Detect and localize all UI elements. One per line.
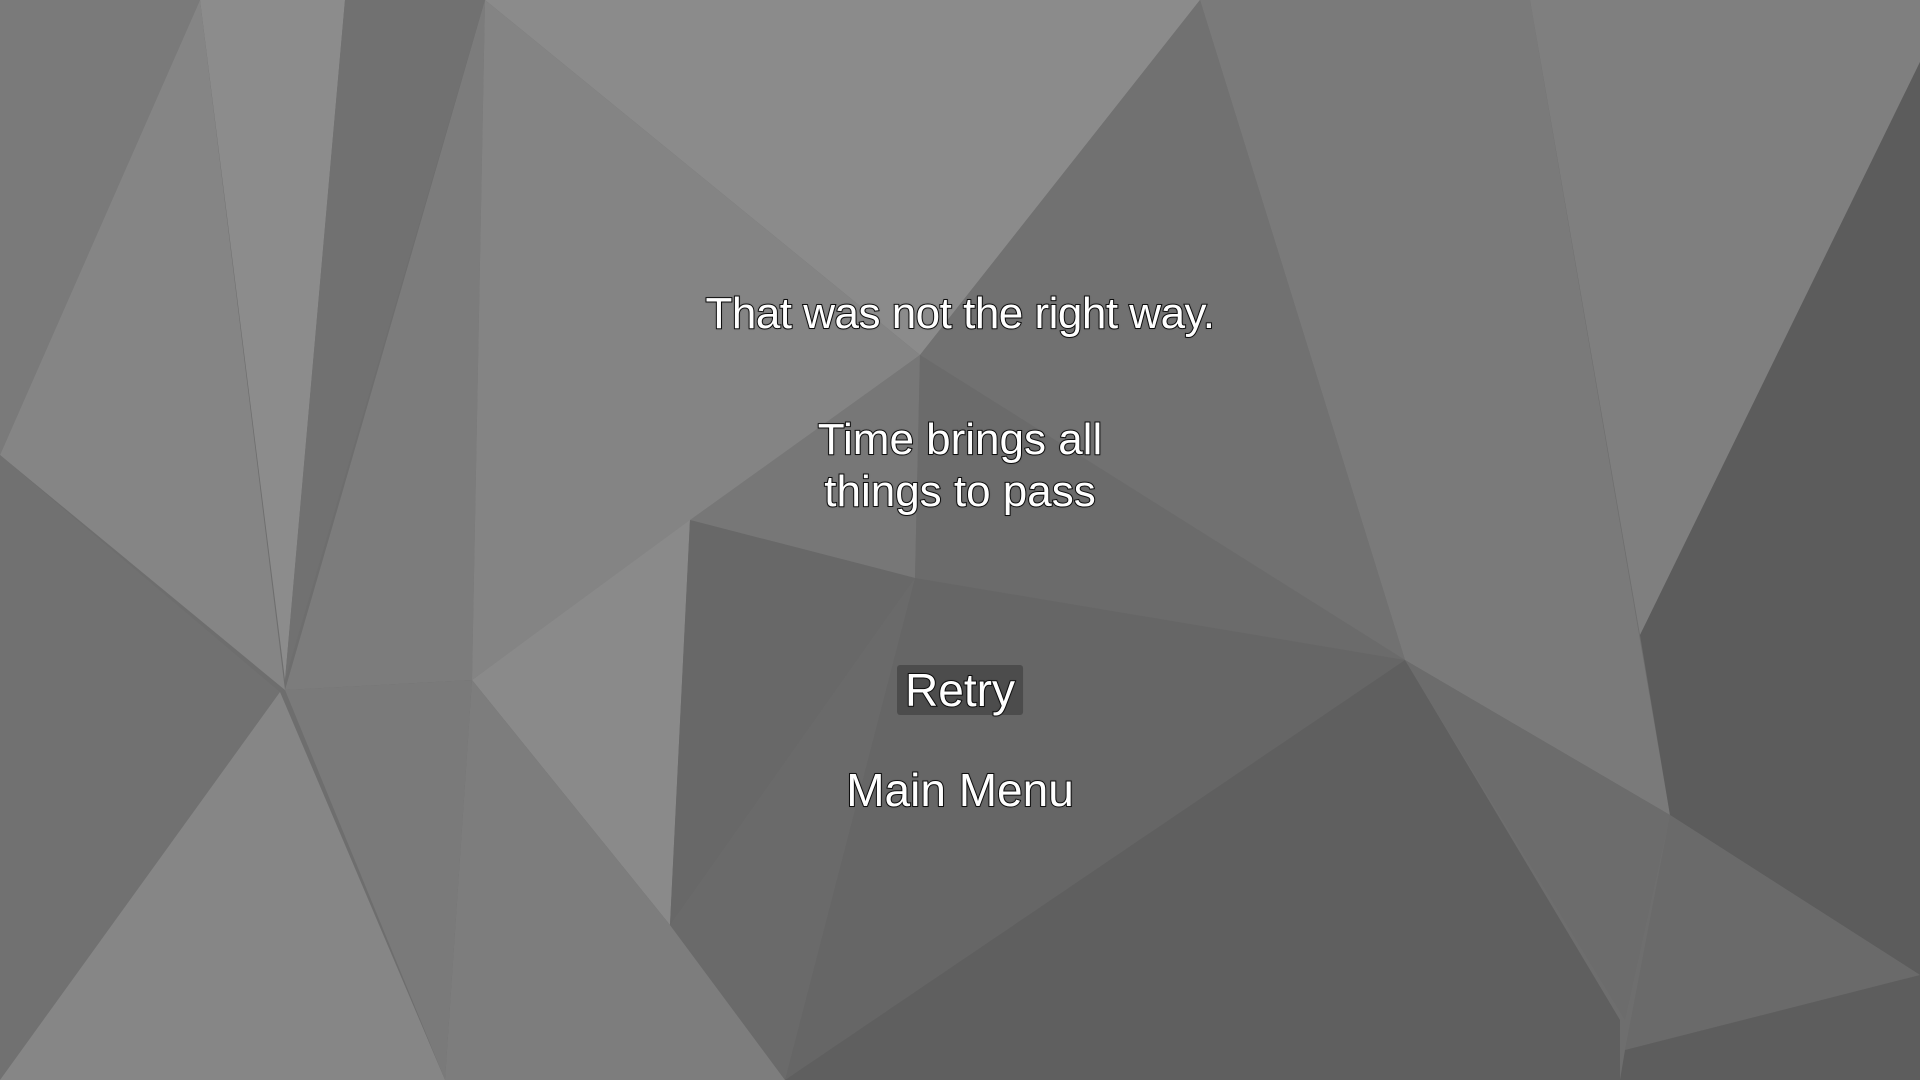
quote-line: things to pass xyxy=(823,466,1097,517)
quote-text: Time brings all things to pass xyxy=(0,414,1920,518)
quote-line: Time brings all xyxy=(817,414,1103,465)
main-menu-button[interactable]: Main Menu xyxy=(838,764,1082,816)
low-poly-background xyxy=(0,0,1920,1080)
retry-button[interactable]: Retry xyxy=(897,664,1023,716)
game-over-screen: That was not the right way. Time brings … xyxy=(0,0,1920,1080)
game-over-message: That was not the right way. xyxy=(704,288,1216,339)
